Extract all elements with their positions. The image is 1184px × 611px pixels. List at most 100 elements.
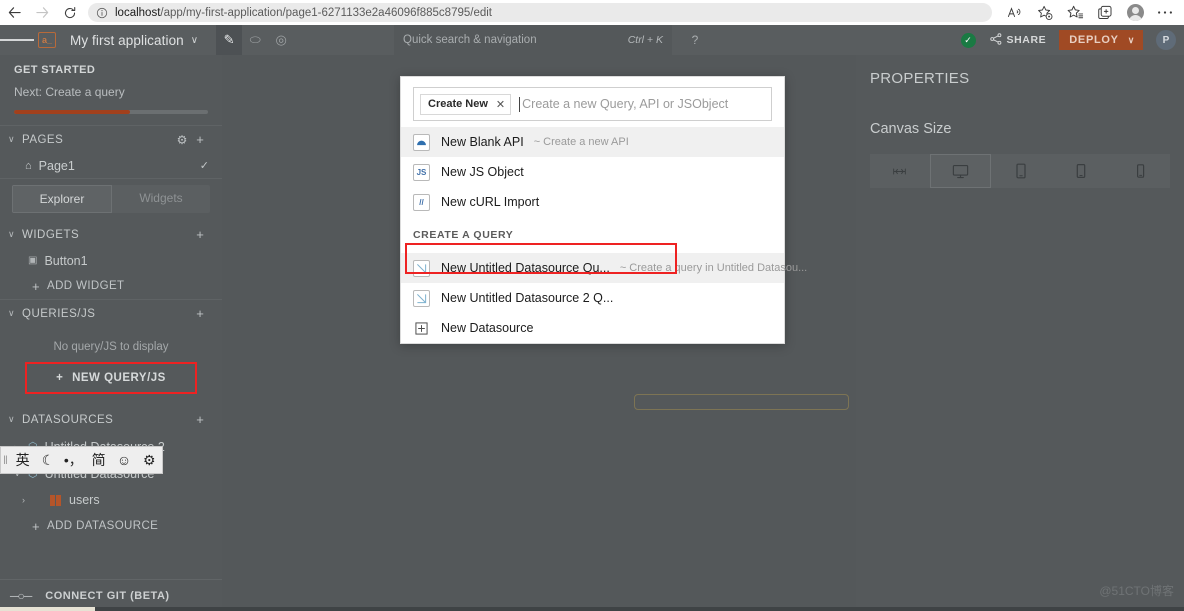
query-icon [413, 290, 430, 307]
create-new-chip[interactable]: Create New ✕ [420, 94, 511, 115]
queries-empty-note: No query/JS to display [0, 341, 222, 353]
new-query-js-button[interactable]: + NEW QUERY/JS [25, 362, 197, 394]
ime-moon-icon[interactable]: ☾ [35, 452, 60, 469]
comment-icon[interactable]: ⬭ [242, 25, 268, 55]
share-label: SHARE [1007, 34, 1047, 46]
status-ok-icon: ✓ [961, 33, 976, 48]
avatar[interactable]: P [1156, 30, 1176, 50]
queries-section-header[interactable]: ∨ QUERIES/JS + [0, 300, 222, 327]
profile-avatar-icon[interactable] [1120, 0, 1150, 25]
curl-import-icon: // [413, 194, 430, 211]
canvas-size-fluid[interactable] [870, 154, 930, 188]
get-started-section: GET STARTED Next: Create a query [0, 55, 222, 125]
canvas-size-tablet[interactable] [1051, 154, 1111, 188]
menu-item-label: New JS Object [441, 165, 524, 179]
menu-item-label: New Blank API [441, 135, 524, 149]
datasources-section-header[interactable]: ∨ DATASOURCES + [0, 406, 222, 433]
sidebar-item-page1[interactable]: ⌂ Page1 ✓ [0, 153, 222, 178]
pages-section-header[interactable]: ∨ PAGES ⚙ + [0, 126, 222, 153]
tab-explorer[interactable]: Explorer [12, 185, 112, 213]
app-logo[interactable]: a_ [38, 32, 56, 48]
sidebar-item-button1[interactable]: ▣ Button1 [0, 248, 222, 273]
ime-punctuation-icon[interactable]: •， [61, 450, 86, 470]
read-aloud-icon[interactable] [1000, 0, 1030, 25]
get-started-progress [14, 110, 208, 114]
add-widget-label: ADD WIDGET [47, 280, 124, 292]
search-input[interactable]: Create New ✕ Create a new Query, API or … [413, 87, 772, 121]
add-widget-row[interactable]: + ADD WIDGET [0, 273, 222, 299]
quick-search-input[interactable]: Quick search & navigation Ctrl + K [394, 25, 672, 55]
ime-lang-chinese[interactable]: 英 [10, 450, 35, 470]
plus-icon: + [56, 372, 63, 384]
menu-item-new-blank-api[interactable]: New Blank API ~ Create a new API [401, 127, 784, 157]
menu-item-new-datasource[interactable]: New Datasource [401, 313, 784, 343]
menu-item-label: New Untitled Datasource 2 Q... [441, 291, 613, 305]
table-icon [50, 495, 61, 506]
add-widget-button[interactable]: + [191, 227, 209, 242]
site-info-icon[interactable] [96, 7, 108, 19]
menu-item-desc: ~ Create a new API [534, 136, 629, 148]
chevron-down-icon[interactable]: ∨ [8, 229, 22, 240]
menu-item-desc: ~ Create a query in Untitled Datasou... [620, 262, 807, 274]
query-icon [413, 260, 430, 277]
address-bar[interactable]: localhost/app/my-first-application/page1… [88, 3, 992, 22]
close-icon[interactable]: ✕ [496, 98, 505, 111]
menu-item-new-js-object[interactable]: JS New JS Object [401, 157, 784, 187]
share-nodes-icon [990, 33, 1002, 48]
git-connect-icon: ─○─ [10, 589, 31, 603]
chevron-down-icon[interactable]: ∨ [8, 134, 22, 145]
chevron-down-icon[interactable]: ∨ [191, 35, 198, 46]
add-query-button[interactable]: + [191, 306, 209, 321]
ime-settings-icon[interactable]: ⚙ [137, 452, 162, 469]
share-button[interactable]: SHARE [990, 33, 1047, 48]
ime-simplified-icon[interactable]: 简 [86, 450, 111, 470]
widget-label: Button1 [44, 254, 87, 268]
chip-label: Create New [428, 98, 488, 110]
add-datasource-row[interactable]: + ADD DATASOURCE [0, 513, 222, 539]
queries-label: QUERIES/JS [22, 308, 191, 320]
tab-widgets[interactable]: Widgets [112, 185, 210, 213]
button-widget-outline[interactable] [634, 394, 849, 410]
url-host: localhost [115, 7, 160, 19]
chevron-down-icon[interactable]: ∨ [8, 308, 22, 319]
edit-pencil-icon[interactable]: ✎ [216, 25, 242, 55]
taskbar-strip [0, 607, 95, 611]
canvas-size-desktop[interactable] [930, 154, 992, 188]
left-sidebar: GET STARTED Next: Create a query ∨ PAGES… [0, 55, 222, 611]
chevron-right-icon[interactable]: › [22, 495, 36, 505]
datasources-label: DATASOURCES [22, 414, 191, 426]
header-right-actions: ✓ SHARE DEPLOY ∨ P [961, 25, 1184, 55]
pages-label: PAGES [22, 134, 173, 146]
menu-item-new-curl-import[interactable]: // New cURL Import [401, 187, 784, 217]
widgets-section-header[interactable]: ∨ WIDGETS + [0, 221, 222, 248]
menu-item-new-untitled-datasource-query[interactable]: New Untitled Datasource Qu... ~ Create a… [401, 253, 784, 283]
canvas-size-tablet-large[interactable] [991, 154, 1051, 188]
page-label: Page1 [39, 159, 75, 173]
hamburger-menu-icon[interactable] [0, 37, 34, 44]
canvas-size-mobile[interactable] [1110, 154, 1170, 188]
add-favorite-icon[interactable] [1030, 0, 1060, 25]
ime-floating-bar[interactable]: ‖ 英 ☾ •， 简 ☺ ⚙ [0, 446, 163, 474]
page-title: PROPERTIES [856, 55, 1184, 87]
sidebar-item-users-table[interactable]: › users [0, 487, 222, 513]
search-placeholder: Create a new Query, API or JSObject [522, 97, 728, 111]
preview-eye-icon[interactable]: ◎ [268, 25, 294, 55]
settings-gear-icon[interactable]: ⚙ [173, 133, 191, 147]
app-name[interactable]: My first application [70, 33, 184, 48]
chevron-down-icon[interactable]: ∨ [8, 414, 22, 425]
reload-icon[interactable] [56, 0, 84, 25]
deploy-button[interactable]: DEPLOY ∨ [1059, 30, 1143, 50]
more-options-icon[interactable] [1150, 0, 1180, 25]
ime-drag-handle[interactable]: ‖ [1, 453, 10, 467]
browser-essentials-icon[interactable] [1090, 0, 1120, 25]
bottom-strip [95, 607, 1184, 611]
menu-item-new-untitled-datasource-2-query[interactable]: New Untitled Datasource 2 Q... [401, 283, 784, 313]
back-arrow-icon[interactable] [0, 0, 28, 25]
help-button[interactable]: ? [682, 25, 708, 55]
ime-emoji-icon[interactable]: ☺ [111, 452, 136, 468]
chevron-down-icon[interactable]: ∨ [1128, 35, 1135, 46]
collections-icon[interactable] [1060, 0, 1090, 25]
add-datasource-icon [413, 320, 430, 337]
add-datasource-button[interactable]: + [191, 412, 209, 427]
add-page-button[interactable]: + [191, 132, 209, 147]
